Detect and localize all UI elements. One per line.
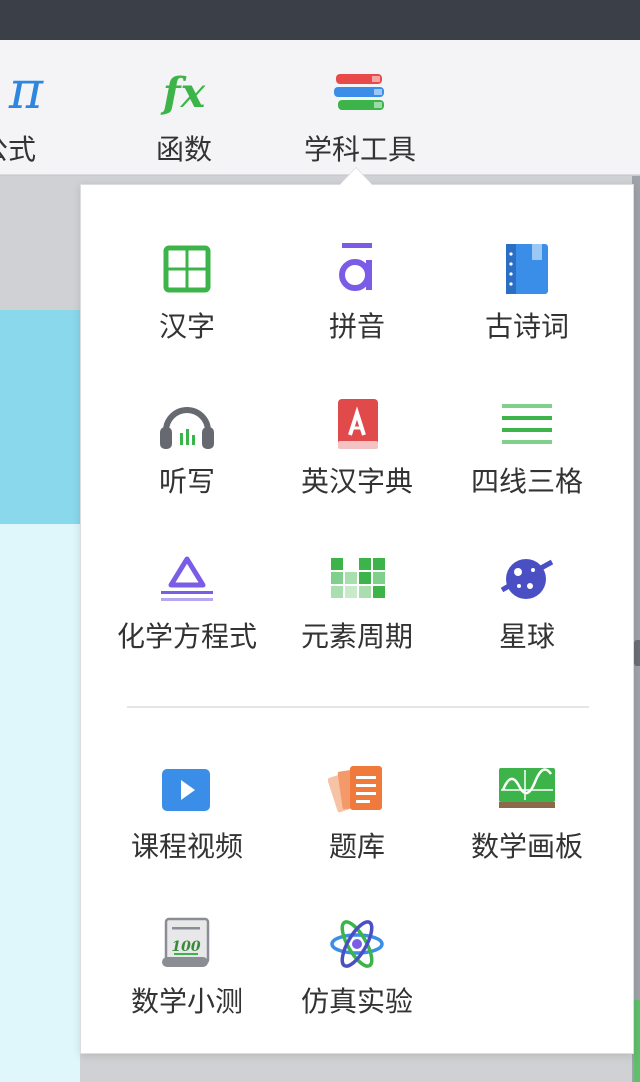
tool-simulation[interactable]: 仿真实验 — [272, 914, 442, 1034]
subject-tools-popup: 汉字 拼音 古诗词 听写 英汉字典 四线三格 化学方程式 元素周期 星球 课程视… — [80, 184, 634, 1054]
function-tool-label: 函数 — [155, 133, 212, 166]
periodic-table-icon — [327, 549, 387, 609]
section-divider — [127, 706, 589, 708]
svg-text:100: 100 — [171, 939, 200, 955]
pinyin-a-icon — [327, 239, 387, 299]
books-stack-icon — [330, 62, 390, 122]
tool-label: 数学画板 — [470, 830, 583, 863]
tool-chemical-equation[interactable]: 化学方程式 — [102, 549, 272, 669]
tool-dictionary[interactable]: 英汉字典 — [272, 394, 442, 514]
subject-tools-button[interactable]: 学科工具 — [290, 40, 430, 175]
right-panel-handle[interactable] — [634, 640, 640, 666]
slide-thumbnail-lower — [0, 524, 80, 1082]
planet-icon — [497, 549, 557, 609]
fx-icon: fx — [154, 62, 214, 122]
math-quiz-icon: 100 — [157, 914, 217, 974]
popup-pointer — [340, 168, 372, 185]
slide-thumbnail-background — [0, 310, 80, 524]
tool-question-bank[interactable]: 题库 — [272, 759, 442, 879]
chinese-character-grid-icon — [157, 239, 217, 299]
course-video-icon — [157, 759, 217, 819]
tool-label: 四线三格 — [470, 465, 583, 498]
formula-tool-label: 公式 — [0, 133, 36, 166]
four-lines-icon — [497, 394, 557, 454]
tool-pinyin[interactable]: 拼音 — [272, 239, 442, 359]
tool-label: 星球 — [498, 620, 555, 653]
subject-tools-label: 学科工具 — [303, 133, 416, 166]
tool-planet[interactable]: 星球 — [442, 549, 612, 669]
tool-label: 仿真实验 — [300, 985, 413, 1018]
tool-periodic-table[interactable]: 元素周期 — [272, 549, 442, 669]
question-bank-icon — [327, 759, 387, 819]
tool-label: 古诗词 — [484, 310, 569, 343]
tool-poetry[interactable]: 古诗词 — [442, 239, 612, 359]
tool-dictation[interactable]: 听写 — [102, 394, 272, 514]
svg-text:fx: fx — [160, 68, 206, 117]
tool-hanzi[interactable]: 汉字 — [102, 239, 272, 359]
dictionary-icon — [327, 394, 387, 454]
simulation-atom-icon — [327, 914, 387, 974]
poetry-book-icon — [497, 239, 557, 299]
svg-text:π: π — [8, 62, 44, 121]
headphones-icon — [157, 394, 217, 454]
formula-tool-button[interactable]: π 公式 — [0, 40, 50, 175]
function-tool-button[interactable]: fx 函数 — [124, 40, 244, 175]
pi-icon: π — [0, 62, 56, 122]
chemical-equation-icon — [157, 549, 217, 609]
window-titlebar — [0, 0, 640, 40]
tool-math-quiz[interactable]: 100 数学小测 — [102, 914, 272, 1034]
tool-math-board[interactable]: 数学画板 — [442, 759, 612, 879]
toolbar: π 公式 fx 函数 学科工具 — [0, 40, 640, 175]
tool-four-lines[interactable]: 四线三格 — [442, 394, 612, 514]
tool-course-video[interactable]: 课程视频 — [102, 759, 272, 879]
math-board-icon — [497, 759, 557, 819]
right-green-strip — [634, 1000, 640, 1082]
